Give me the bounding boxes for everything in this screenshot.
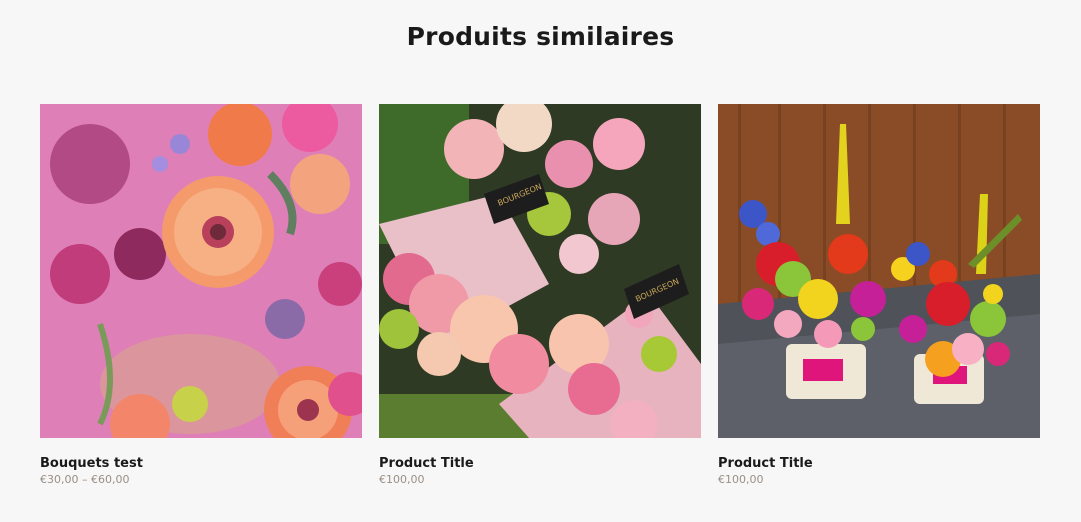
pink-bouquet-image[interactable] bbox=[40, 104, 362, 438]
peach-roses-boxes-image-art: BOURGEON BOURGEON bbox=[379, 104, 701, 438]
colorful-flower-pots-image-art bbox=[718, 104, 1040, 438]
product-card[interactable]: Product Title €100,00 bbox=[718, 104, 1040, 487]
pink-bouquet-image-art bbox=[40, 104, 362, 438]
product-price: €100,00 bbox=[379, 473, 425, 486]
product-grid: Bouquets test €30,00 – €60,00 BOURGEON B… bbox=[40, 104, 1040, 487]
product-title[interactable]: Product Title bbox=[718, 456, 1040, 472]
product-price: €30,00 – €60,00 bbox=[40, 473, 130, 486]
product-card[interactable]: Bouquets test €30,00 – €60,00 bbox=[40, 104, 362, 487]
product-card[interactable]: BOURGEON BOURGEON Product Title €100,00 bbox=[379, 104, 701, 487]
product-price: €100,00 bbox=[718, 473, 764, 486]
section-title: Produits similaires bbox=[406, 22, 675, 51]
product-title[interactable]: Bouquets test bbox=[40, 456, 362, 472]
colorful-flower-pots-image[interactable] bbox=[718, 104, 1040, 438]
peach-roses-boxes-image[interactable]: BOURGEON BOURGEON bbox=[379, 104, 701, 438]
product-title[interactable]: Product Title bbox=[379, 456, 701, 472]
